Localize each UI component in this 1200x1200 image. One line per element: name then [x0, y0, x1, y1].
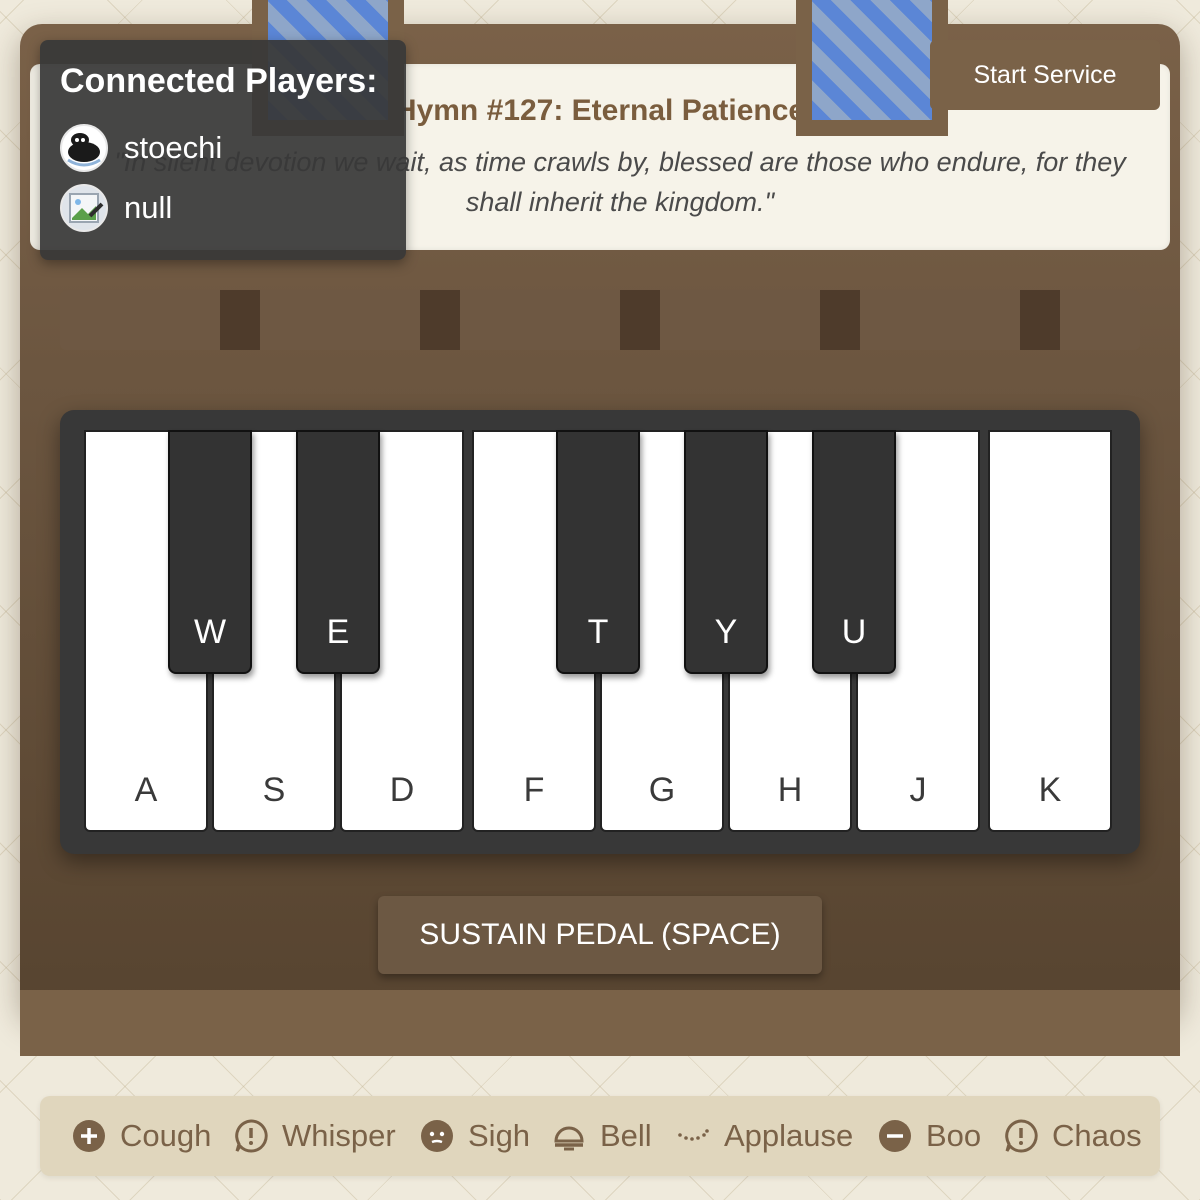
- sound-whisper-button[interactable]: Whisper: [234, 1114, 396, 1158]
- white-key-k[interactable]: K: [988, 430, 1112, 832]
- sound-label: Applause: [724, 1118, 854, 1153]
- rail-post: [820, 290, 860, 350]
- player-name: null: [124, 190, 173, 225]
- exclamation-bubble-icon: [235, 1119, 268, 1153]
- key-label: H: [777, 771, 803, 809]
- rail-post: [220, 290, 260, 350]
- key-label: E: [326, 613, 350, 651]
- sound-label: Boo: [926, 1118, 982, 1153]
- key-label: S: [262, 771, 286, 809]
- sound-boo-button[interactable]: Boo: [878, 1114, 981, 1158]
- plus-circle-icon: [73, 1120, 105, 1152]
- rail-post: [620, 290, 660, 350]
- minus-circle-icon: [879, 1120, 911, 1152]
- sound-sigh-button[interactable]: Sigh: [420, 1114, 530, 1158]
- black-key-w[interactable]: W: [168, 430, 252, 674]
- sound-label: Whisper: [282, 1118, 396, 1153]
- key-label: T: [587, 613, 609, 651]
- black-key-t[interactable]: T: [556, 430, 640, 674]
- sound-label: Cough: [120, 1118, 212, 1153]
- sustain-pedal-button[interactable]: SUSTAIN PEDAL (SPACE): [378, 896, 822, 974]
- sound-cough-button[interactable]: Cough: [72, 1114, 211, 1158]
- sound-label: Bell: [600, 1118, 652, 1153]
- key-label: G: [648, 771, 676, 809]
- rail-post: [1020, 290, 1060, 350]
- stained-glass-window-right: [796, 0, 948, 136]
- sound-applause-button[interactable]: Applause: [676, 1114, 853, 1158]
- key-label: U: [841, 613, 867, 651]
- organ-pipe-rail: [60, 290, 1140, 350]
- key-label: W: [193, 613, 227, 651]
- sound-bell-button[interactable]: Bell: [552, 1114, 652, 1158]
- sound-label: Sigh: [468, 1118, 531, 1153]
- key-label: F: [523, 771, 545, 809]
- sound-label: Chaos: [1052, 1118, 1142, 1153]
- sound-chaos-button[interactable]: Chaos: [1004, 1114, 1142, 1158]
- exclamation-bubble-icon: [1005, 1119, 1038, 1153]
- key-label: A: [134, 771, 158, 809]
- player-name: stoechi: [124, 130, 223, 165]
- dots-icon: [678, 1129, 709, 1141]
- keyboard: A S D F G H J K W E T Y U: [60, 410, 1140, 854]
- rail-post: [420, 290, 460, 350]
- black-key-e[interactable]: E: [296, 430, 380, 674]
- sound-effects-bar: Cough Whisper Sigh Bell Applause Boo Cha…: [40, 1096, 1160, 1176]
- broken-image-icon: [60, 184, 108, 232]
- black-key-y[interactable]: Y: [684, 430, 768, 674]
- key-label: J: [909, 771, 927, 809]
- key-label: D: [389, 771, 415, 809]
- start-service-button[interactable]: Start Service: [930, 40, 1160, 110]
- key-label: Y: [714, 613, 738, 651]
- key-label: K: [1038, 771, 1062, 809]
- bell-icon: [554, 1126, 584, 1151]
- black-key-u[interactable]: U: [812, 430, 896, 674]
- face-icon: [421, 1120, 453, 1152]
- avatar-image-icon: [60, 124, 108, 172]
- players-title: Connected Players:: [60, 62, 378, 100]
- connected-players-panel: Connected Players: stoechi null: [40, 40, 406, 260]
- organ-base: [20, 990, 1180, 1056]
